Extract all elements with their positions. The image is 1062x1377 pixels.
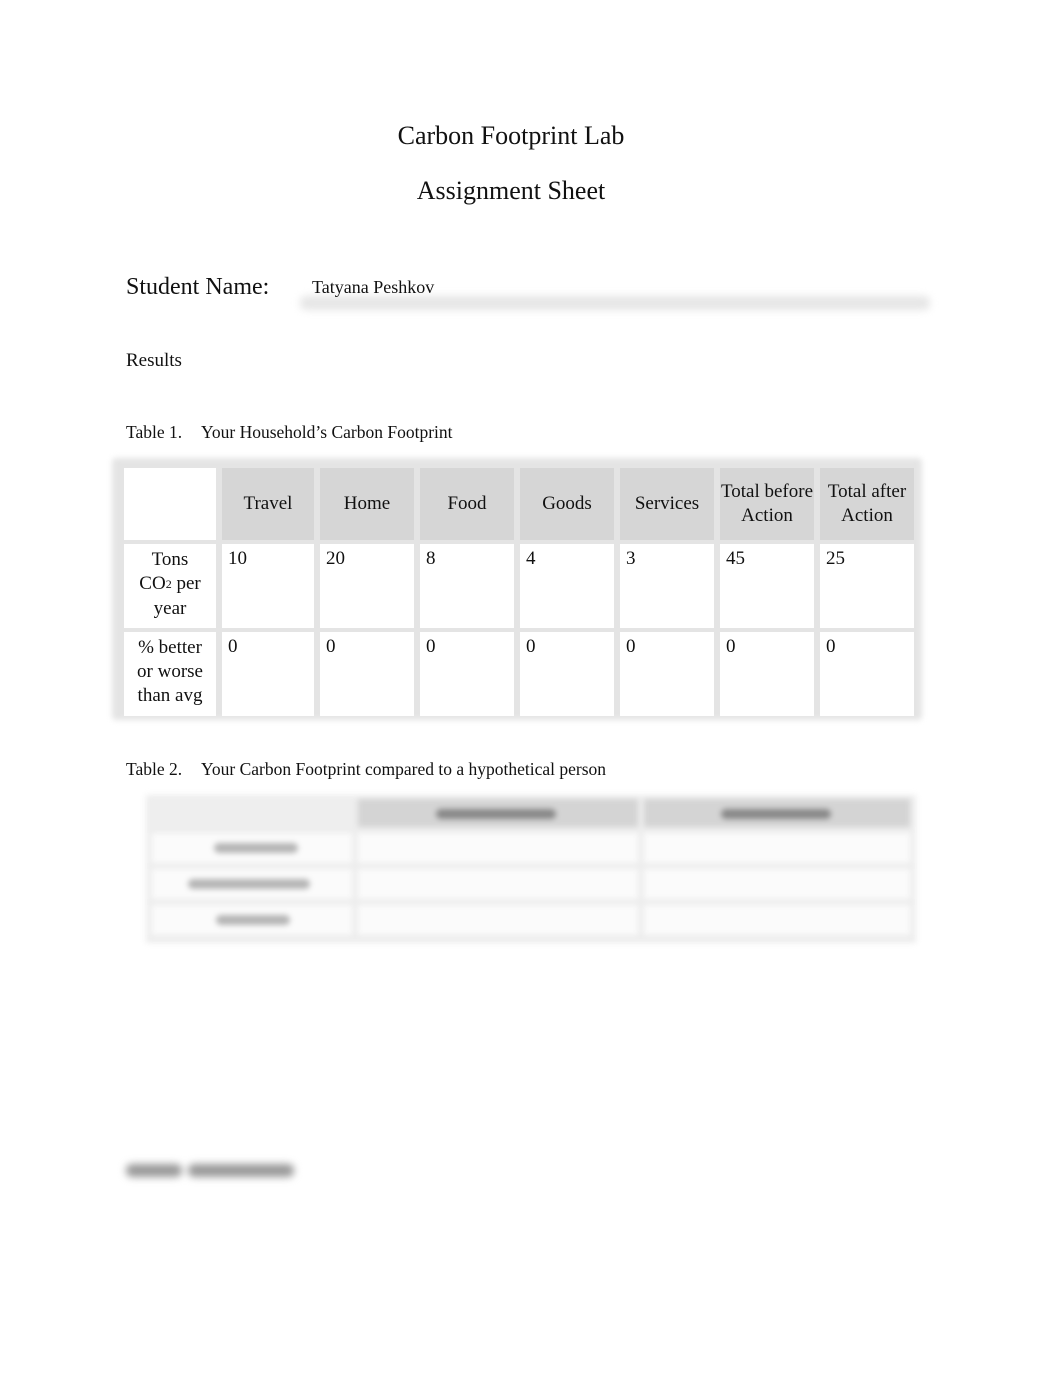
table-row: Tons CO2 per year 10 20 8 4 3 45 25 bbox=[124, 544, 914, 628]
cell-tons-home[interactable]: 20 bbox=[320, 544, 414, 628]
row-header-tons-co2: Tons CO2 per year bbox=[124, 544, 216, 628]
column-header-goods: Goods bbox=[520, 468, 614, 540]
cell-pct-total-before[interactable]: 0 bbox=[720, 632, 814, 716]
cell-pct-goods[interactable]: 0 bbox=[520, 632, 614, 716]
cell-pct-food[interactable]: 0 bbox=[420, 632, 514, 716]
document-subtitle: Assignment Sheet bbox=[416, 176, 606, 205]
column-header-total-after-action: Total after Action bbox=[820, 468, 914, 540]
table1-header-row: Travel Home Food Goods Services Total be… bbox=[124, 468, 914, 540]
cell-tons-food[interactable]: 8 bbox=[420, 544, 514, 628]
document-title: Carbon Footprint Lab bbox=[397, 121, 625, 150]
cell-pct-travel[interactable]: 0 bbox=[222, 632, 314, 716]
table1-caption-text: Your Household’s Carbon Footprint bbox=[201, 422, 453, 442]
row-header-percent-vs-avg: % better or worse than avg bbox=[124, 632, 216, 716]
bottom-section-heading-obscured bbox=[126, 1160, 294, 1180]
table2-cell[interactable] bbox=[644, 833, 910, 863]
carbon-footprint-table: Travel Home Food Goods Services Total be… bbox=[112, 458, 922, 720]
obscured-text bbox=[721, 809, 831, 819]
row-label-subscript: 2 bbox=[165, 577, 172, 591]
cell-tons-total-after[interactable]: 25 bbox=[820, 544, 914, 628]
table2-corner-cell bbox=[152, 799, 352, 827]
cell-tons-total-before[interactable]: 45 bbox=[720, 544, 814, 628]
table1-corner-cell bbox=[124, 468, 216, 540]
obscured-text bbox=[214, 843, 298, 853]
column-header-home: Home bbox=[320, 468, 414, 540]
obscured-text bbox=[126, 1164, 182, 1177]
column-header-travel: Travel bbox=[222, 468, 314, 540]
obscured-text bbox=[188, 1164, 294, 1177]
obscured-text bbox=[436, 809, 556, 819]
row-label-text: Tons bbox=[151, 549, 189, 570]
cell-pct-services[interactable]: 0 bbox=[620, 632, 714, 716]
table2-cell[interactable] bbox=[358, 905, 638, 935]
table2-cell[interactable] bbox=[644, 869, 910, 899]
student-name-field-underline bbox=[300, 296, 930, 310]
cell-pct-home[interactable]: 0 bbox=[320, 632, 414, 716]
column-header-services: Services bbox=[620, 468, 714, 540]
row-label-text: or worse bbox=[137, 661, 203, 682]
column-header-food: Food bbox=[420, 468, 514, 540]
table2-caption-number: Table 2. bbox=[126, 759, 183, 779]
cell-tons-travel[interactable]: 10 bbox=[222, 544, 314, 628]
cell-pct-total-after[interactable]: 0 bbox=[820, 632, 914, 716]
table2-caption: Table 2. Your Carbon Footprint compared t… bbox=[126, 759, 606, 780]
table1-caption-number: Table 1. bbox=[126, 422, 183, 442]
cell-tons-goods[interactable]: 4 bbox=[520, 544, 614, 628]
table2-caption-text: Your Carbon Footprint compared to a hypo… bbox=[201, 759, 607, 779]
results-heading: Results bbox=[126, 350, 182, 371]
column-header-total-before-action: Total before Action bbox=[720, 468, 814, 540]
student-name-label: Student Name: bbox=[126, 274, 270, 300]
comparison-table-obscured bbox=[146, 795, 916, 943]
table2-cell[interactable] bbox=[358, 833, 638, 863]
row-label-text: CO bbox=[139, 573, 166, 594]
row-label-text: % better bbox=[138, 637, 202, 658]
row-label-text: per bbox=[176, 573, 201, 594]
row-label-text: than avg bbox=[137, 685, 203, 706]
obscured-text bbox=[216, 915, 290, 925]
table2-cell[interactable] bbox=[644, 905, 910, 935]
obscured-text bbox=[188, 879, 310, 889]
student-name-field[interactable]: Tatyana Peshkov bbox=[312, 277, 434, 298]
table-row: % better or worse than avg 0 0 0 0 0 0 0 bbox=[124, 632, 914, 716]
table1-caption: Table 1. Your Household’s Carbon Footprin… bbox=[126, 422, 453, 443]
row-label-text: year bbox=[153, 598, 187, 619]
cell-tons-services[interactable]: 3 bbox=[620, 544, 714, 628]
table2-cell[interactable] bbox=[358, 869, 638, 899]
